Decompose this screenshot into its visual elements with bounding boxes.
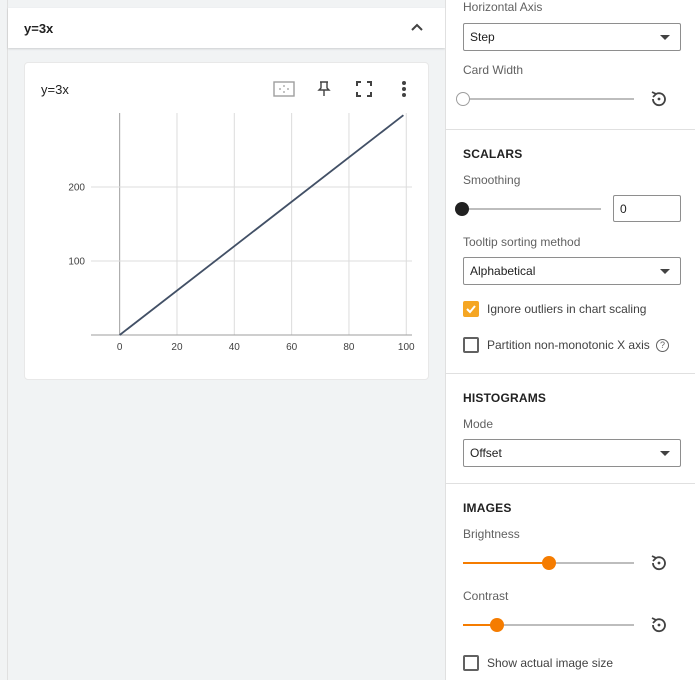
group-title: y=3x: [24, 20, 54, 36]
x-tick-label: 0: [117, 342, 123, 353]
run-group-header[interactable]: y=3x: [8, 8, 445, 48]
smoothing-slider-track[interactable]: [463, 208, 601, 210]
x-tick-label: 20: [171, 342, 183, 353]
tooltip-sorting-label: Tooltip sorting method: [463, 235, 581, 249]
images-section: IMAGES Brightness Contrast Show actual i…: [446, 484, 695, 680]
reset-icon[interactable]: [648, 88, 670, 110]
horizontal-axis-select[interactable]: Step: [463, 23, 681, 51]
card-title: y=3x: [41, 82, 69, 97]
y-tick-label: 200: [68, 183, 85, 194]
fullscreen-icon[interactable]: [353, 78, 375, 100]
smoothing-label: Smoothing: [463, 173, 521, 187]
histograms-title: HISTOGRAMS: [463, 391, 547, 405]
series-line: [119, 114, 404, 336]
more-vert-icon[interactable]: [393, 78, 415, 100]
partition-x-axis-label: Partition non-monotonic X axis: [487, 338, 650, 352]
pin-icon[interactable]: [313, 78, 335, 100]
reset-icon[interactable]: [648, 614, 670, 636]
mode-label: Mode: [463, 417, 494, 431]
settings-pane: Horizontal Axis Step Card Width SCALARS …: [445, 0, 695, 680]
tooltip-sorting-value: Alphabetical: [470, 264, 536, 278]
contrast-slider-thumb[interactable]: [490, 618, 505, 632]
dropdown-arrow-icon: [660, 269, 670, 274]
smoothing-input[interactable]: 0: [613, 195, 681, 222]
histogram-mode-select[interactable]: Offset: [463, 439, 681, 467]
fit-domain-icon[interactable]: [273, 78, 295, 100]
checkmark-icon: [466, 305, 476, 314]
smoothing-slider-thumb[interactable]: [455, 202, 469, 216]
images-title: IMAGES: [463, 501, 512, 515]
smoothing-input-value: 0: [620, 201, 627, 216]
scalar-card: y=3x 0 20 40 60 80 100 100 200: [24, 62, 429, 380]
x-tick-label: 100: [398, 342, 415, 353]
ignore-outliers-label: Ignore outliers in chart scaling: [487, 302, 647, 316]
histograms-section: HISTOGRAMS Mode Offset: [446, 374, 695, 484]
partition-x-axis-checkbox[interactable]: [463, 337, 479, 353]
scalars-section: SCALARS Smoothing 0 Tooltip sorting meth…: [446, 130, 695, 374]
horizontal-axis-label: Horizontal Axis: [463, 0, 543, 14]
actual-image-size-label: Show actual image size: [487, 656, 614, 670]
scalars-title: SCALARS: [463, 147, 523, 161]
chevron-up-icon[interactable]: [407, 18, 427, 38]
reset-icon[interactable]: [648, 552, 670, 574]
general-settings-section: Horizontal Axis Step Card Width: [446, 0, 695, 130]
help-icon[interactable]: ?: [656, 339, 669, 352]
tooltip-sorting-select[interactable]: Alphabetical: [463, 257, 681, 285]
dropdown-arrow-icon: [660, 35, 670, 40]
brightness-label: Brightness: [463, 527, 520, 541]
actual-image-size-checkbox[interactable]: [463, 655, 479, 671]
brightness-slider-fill: [463, 562, 549, 564]
main-pane: y=3x y=3x 0 20 40 60 80 100 100 200: [0, 0, 445, 680]
x-tick-label: 80: [343, 342, 355, 353]
card-width-slider-thumb[interactable]: [456, 92, 470, 106]
histogram-mode-value: Offset: [470, 446, 502, 460]
y-tick-label: 100: [68, 257, 85, 268]
x-tick-label: 40: [229, 342, 241, 353]
card-width-label: Card Width: [463, 63, 524, 77]
ignore-outliers-checkbox[interactable]: [463, 301, 479, 317]
dropdown-arrow-icon: [660, 451, 670, 456]
left-strip: [0, 0, 8, 680]
horizontal-axis-value: Step: [470, 30, 495, 44]
x-tick-label: 60: [286, 342, 298, 353]
card-width-slider-track[interactable]: [463, 98, 634, 100]
line-chart[interactable]: 0 20 40 60 80 100 100 200: [25, 107, 430, 381]
contrast-label: Contrast: [463, 589, 509, 603]
brightness-slider-thumb[interactable]: [541, 556, 556, 570]
